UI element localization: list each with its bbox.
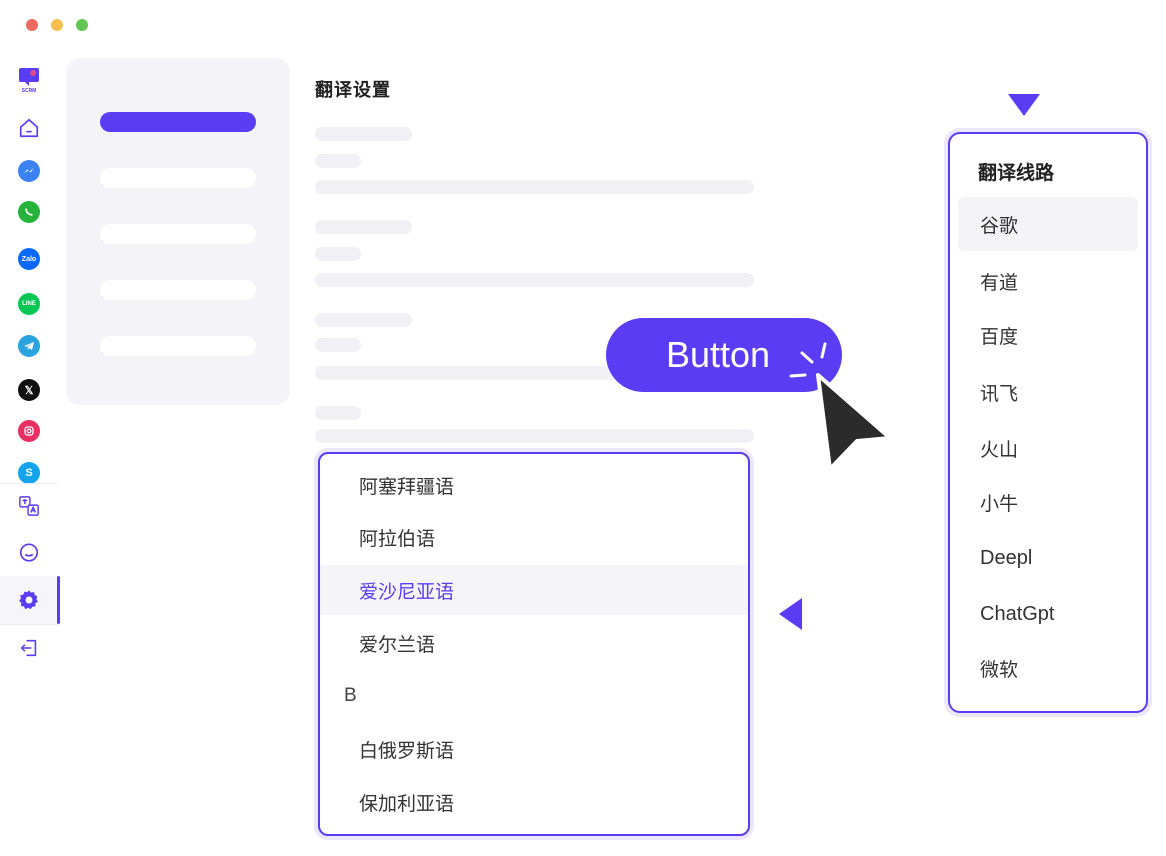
language-option[interactable]: 爱尔兰语 (320, 618, 748, 668)
skeleton-line (315, 220, 412, 234)
scrm-logo-icon (19, 67, 39, 86)
sidebar-item-settings[interactable] (0, 576, 60, 624)
language-dropdown: 阿塞拜疆语 阿拉伯语 爱沙尼亚语 爱尔兰语 B 白俄罗斯语 保加利亚语 (318, 452, 750, 836)
sidebar-item-instagram[interactable] (0, 409, 58, 453)
skeleton-line (315, 273, 754, 287)
logo-text: SCRM (21, 87, 37, 94)
pointer-triangle-left (779, 598, 802, 630)
skeleton-line (315, 406, 361, 420)
sidebar-rail: SCRM Zalo LINE 𝕏 S (0, 56, 60, 676)
sidebar-item-translate[interactable] (0, 484, 58, 528)
sidebar-item-x[interactable]: 𝕏 (0, 368, 58, 412)
language-option[interactable]: 阿拉伯语 (320, 512, 748, 562)
skeleton-line (315, 180, 754, 194)
nav-item[interactable] (100, 280, 256, 300)
instagram-icon (18, 420, 40, 442)
language-option[interactable]: 阿塞拜疆语 (320, 460, 748, 510)
route-option[interactable]: 讯飞 (958, 365, 1138, 419)
settings-nav-panel (66, 58, 290, 405)
page-title: 翻译设置 (315, 80, 391, 101)
skeleton-line (315, 313, 412, 327)
language-group-header: B (344, 685, 357, 706)
route-option[interactable]: 小牛 (958, 475, 1138, 529)
translate-icon (19, 496, 39, 516)
sidebar-item-home[interactable] (0, 106, 58, 150)
route-option-highlighted[interactable]: 谷歌 (958, 197, 1138, 251)
nav-item[interactable] (100, 168, 256, 188)
app-logo: SCRM (0, 58, 58, 102)
rail-divider (0, 624, 58, 625)
messenger-icon (18, 160, 40, 182)
window-controls (26, 19, 88, 31)
sidebar-item-chat[interactable] (0, 531, 58, 575)
skeleton-line (315, 247, 361, 261)
home-icon (19, 118, 39, 138)
language-option[interactable]: 保加利亚语 (320, 777, 748, 827)
zalo-icon: Zalo (18, 248, 40, 270)
minimize-window-dot[interactable] (51, 19, 63, 31)
sidebar-item-whatsapp[interactable] (0, 190, 58, 234)
sidebar-item-logout[interactable] (0, 626, 58, 670)
logout-icon (20, 639, 37, 657)
nav-item[interactable] (100, 224, 256, 244)
telegram-icon (18, 335, 40, 357)
route-option[interactable]: Deepl (958, 531, 1138, 585)
sidebar-item-telegram[interactable] (0, 324, 58, 368)
route-option[interactable]: 火山 (958, 421, 1138, 475)
line-icon: LINE (18, 293, 40, 315)
route-list-title: 翻译线路 (978, 162, 1055, 184)
translation-route-list: 翻译线路 谷歌 有道 百度 讯飞 火山 小牛 Deepl ChatGpt 微软 (948, 132, 1148, 713)
pointer-triangle-down (1008, 94, 1040, 116)
language-option[interactable]: 白俄罗斯语 (320, 724, 748, 774)
sidebar-item-messenger[interactable] (0, 149, 58, 193)
route-option[interactable]: 微软 (958, 641, 1138, 695)
skype-icon: S (18, 462, 40, 484)
chat-bubble-icon (19, 543, 39, 562)
settings-gear-icon (19, 590, 38, 610)
whatsapp-icon (18, 201, 40, 223)
skeleton-line (315, 127, 412, 141)
sidebar-item-line[interactable]: LINE (0, 282, 58, 326)
skeleton-line (315, 338, 361, 352)
nav-item-active[interactable] (100, 112, 256, 132)
route-option[interactable]: 有道 (958, 254, 1138, 308)
nav-item[interactable] (100, 336, 256, 356)
mouse-pointer-icon (789, 342, 892, 471)
skeleton-line (315, 154, 361, 168)
x-icon: 𝕏 (18, 379, 40, 401)
active-indicator (57, 576, 60, 624)
skeleton-line (315, 429, 754, 443)
route-option[interactable]: ChatGpt (958, 587, 1138, 641)
route-option[interactable]: 百度 (958, 308, 1138, 362)
sidebar-item-zalo[interactable]: Zalo (0, 237, 58, 281)
maximize-window-dot[interactable] (76, 19, 88, 31)
language-option-selected[interactable]: 爱沙尼亚语 (320, 565, 748, 615)
close-window-dot[interactable] (26, 19, 38, 31)
